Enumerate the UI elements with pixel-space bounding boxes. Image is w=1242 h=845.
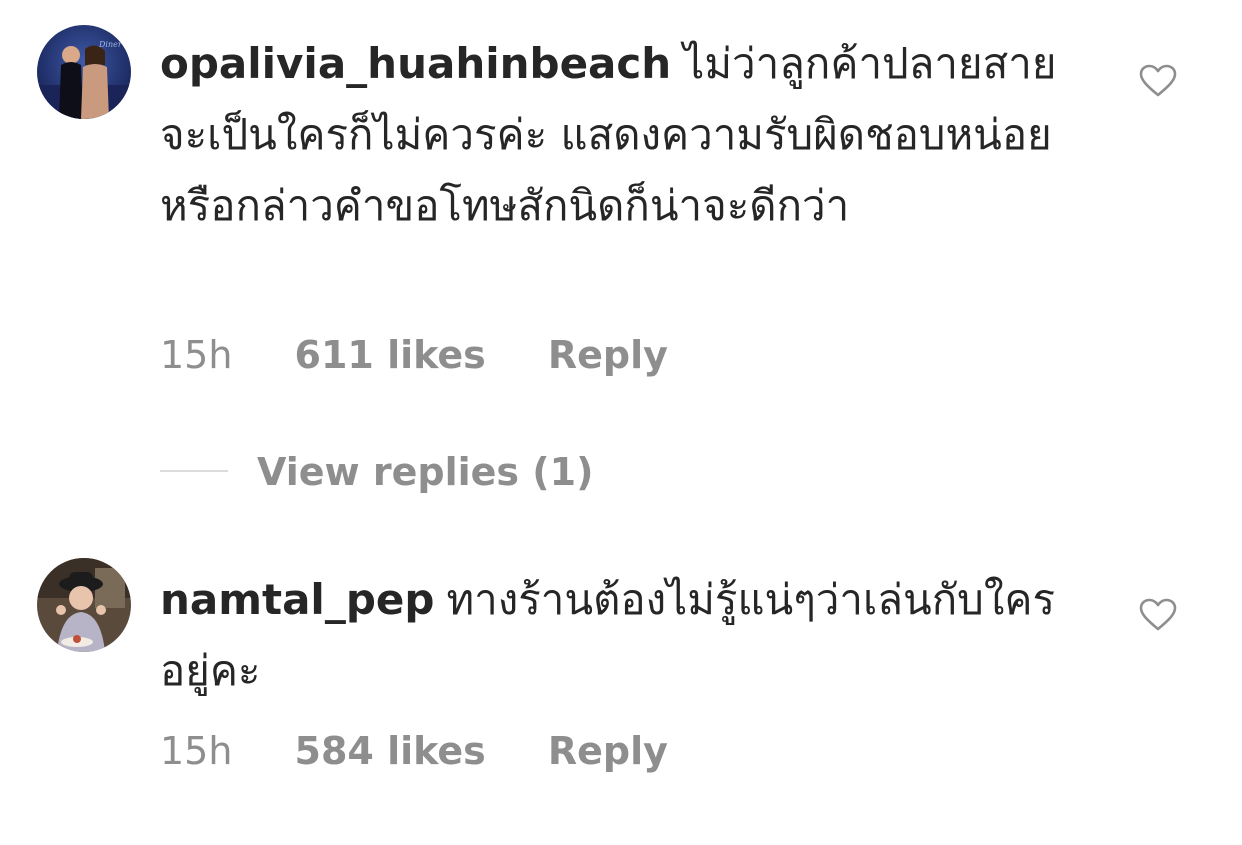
comment-text: opalivia_huahinbeach ไม่ว่าลูกค้าปลายสายจ… — [160, 28, 1060, 241]
reply-button[interactable]: Reply — [548, 333, 668, 377]
comment-username[interactable]: namtal_pep — [160, 575, 434, 624]
heart-outline-icon — [1139, 64, 1177, 97]
like-heart-icon[interactable] — [1139, 598, 1177, 632]
comment-text: namtal_pep ทางร้านต้องไม่รู้แน่ๆว่าเล่นกั… — [160, 564, 1060, 706]
avatar-image — [37, 558, 131, 652]
view-replies-label: View replies (1) — [257, 450, 594, 494]
comment-timestamp: 15h — [160, 333, 233, 377]
comment-username[interactable]: opalivia_huahinbeach — [160, 39, 671, 88]
view-replies-divider — [160, 470, 228, 472]
comment-meta: 15h 584 likes Reply — [160, 728, 668, 774]
svg-text:Diner: Diner — [98, 40, 123, 49]
reply-button[interactable]: Reply — [548, 729, 668, 773]
avatar[interactable] — [37, 558, 131, 652]
like-heart-icon[interactable] — [1139, 64, 1177, 98]
comment-likes-count[interactable]: 584 likes — [295, 729, 486, 773]
heart-outline-icon — [1139, 598, 1177, 631]
comment-meta: 15h 611 likes Reply — [160, 332, 668, 378]
avatar[interactable]: Diner — [37, 25, 131, 119]
comment-likes-count[interactable]: 611 likes — [295, 333, 486, 377]
avatar-image: Diner — [37, 25, 131, 119]
comment-timestamp: 15h — [160, 729, 233, 773]
